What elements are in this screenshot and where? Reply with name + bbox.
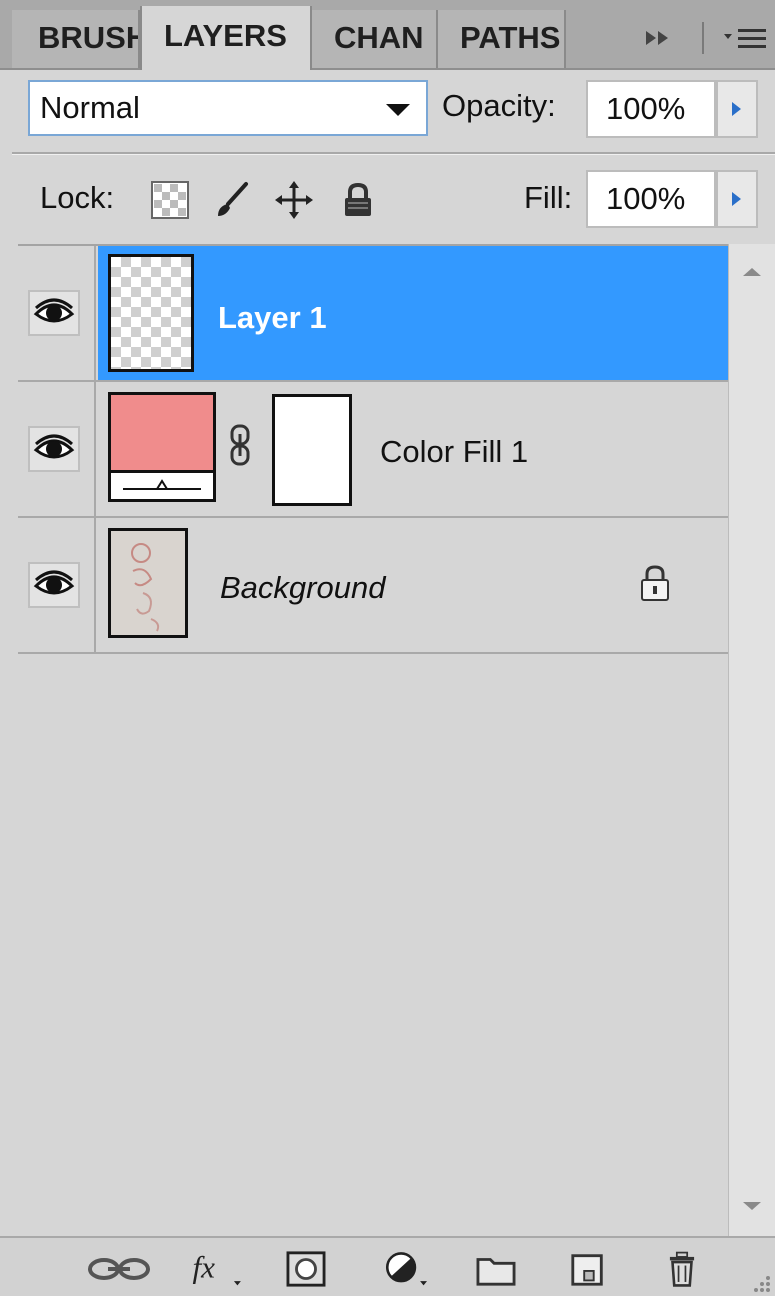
arrow-right-icon bbox=[732, 192, 741, 206]
lock-image-icon[interactable] bbox=[212, 180, 252, 220]
new-group-icon[interactable] bbox=[474, 1250, 518, 1288]
layers-scrollbar[interactable] bbox=[728, 244, 775, 1236]
tab-layers[interactable]: LAYERS bbox=[140, 6, 312, 70]
tab-paths[interactable]: PATHS bbox=[438, 10, 566, 68]
visibility-cell bbox=[18, 518, 96, 652]
lock-position-icon[interactable] bbox=[274, 180, 314, 220]
layer-thumbnail bbox=[108, 254, 194, 372]
opacity-slider-button[interactable] bbox=[716, 80, 758, 138]
link-layers-icon[interactable] bbox=[84, 1250, 154, 1288]
layer-content: Background bbox=[98, 518, 728, 652]
tab-channels[interactable]: CHAN bbox=[312, 10, 438, 68]
arrow-right-icon bbox=[732, 102, 741, 116]
tab-divider bbox=[702, 22, 704, 54]
layer-content: Layer 1 bbox=[98, 246, 728, 380]
visibility-toggle[interactable] bbox=[28, 290, 80, 336]
layer-row-color-fill-1[interactable]: Color Fill 1 bbox=[18, 382, 728, 518]
blend-mode-select[interactable]: Normal bbox=[28, 80, 428, 136]
tab-brushes[interactable]: BRUSH bbox=[12, 10, 140, 68]
tab-bar: BRUSH CHAN PATHS LAYERS bbox=[0, 0, 775, 70]
double-arrow-icon[interactable] bbox=[640, 18, 680, 58]
scroll-down-icon[interactable] bbox=[743, 1202, 761, 1210]
fill-input[interactable]: 100% bbox=[586, 170, 716, 228]
fill-color-thumbnail[interactable] bbox=[108, 392, 216, 502]
panel-menu-icon[interactable] bbox=[718, 18, 772, 58]
layers-list: Layer 1 Color Fill 1 Background bbox=[18, 244, 728, 1234]
blend-mode-value: Normal bbox=[40, 90, 140, 125]
link-icon[interactable] bbox=[228, 424, 252, 468]
layer-content: Color Fill 1 bbox=[98, 382, 728, 516]
fill-indicator bbox=[111, 470, 213, 499]
fill-slider-button[interactable] bbox=[716, 170, 758, 228]
add-mask-icon[interactable] bbox=[284, 1250, 328, 1288]
divider bbox=[12, 152, 775, 155]
layer-mask-thumbnail[interactable] bbox=[272, 394, 352, 506]
layers-panel: BRUSH CHAN PATHS LAYERS Normal Opacity: … bbox=[0, 0, 775, 1296]
eye-icon bbox=[33, 298, 75, 323]
chevron-down-icon bbox=[386, 104, 410, 116]
visibility-toggle[interactable] bbox=[28, 562, 80, 608]
new-layer-icon[interactable] bbox=[568, 1250, 608, 1288]
eye-icon bbox=[33, 570, 75, 595]
trash-icon[interactable] bbox=[662, 1250, 702, 1288]
layer-name[interactable]: Background bbox=[220, 570, 385, 606]
visibility-cell bbox=[18, 246, 96, 380]
svg-text:fx: fx bbox=[193, 1250, 216, 1285]
visibility-cell bbox=[18, 382, 96, 516]
background-thumbnail bbox=[108, 528, 188, 638]
fill-label: Fill: bbox=[524, 180, 573, 215]
layer-name[interactable]: Color Fill 1 bbox=[380, 434, 528, 470]
opacity-input[interactable]: 100% bbox=[586, 80, 716, 138]
eye-icon bbox=[33, 434, 75, 459]
layer-row-background[interactable]: Background bbox=[18, 518, 728, 654]
lock-transparent-icon[interactable] bbox=[150, 180, 190, 220]
lock-icon bbox=[641, 565, 669, 601]
fx-icon[interactable]: fx bbox=[186, 1250, 256, 1288]
opacity-label: Opacity: bbox=[442, 88, 556, 123]
layer-name[interactable]: Layer 1 bbox=[218, 300, 327, 336]
photo-thumbnail-icon bbox=[111, 531, 185, 635]
adjustment-layer-icon[interactable] bbox=[378, 1250, 438, 1288]
lock-label: Lock: bbox=[40, 180, 115, 215]
resize-grip-icon[interactable] bbox=[742, 1264, 772, 1294]
layer-row-layer-1[interactable]: Layer 1 bbox=[18, 246, 728, 382]
slider-icon bbox=[123, 479, 201, 490]
lock-all-icon[interactable] bbox=[338, 180, 378, 220]
layers-footer: fx bbox=[0, 1236, 775, 1296]
scroll-up-icon[interactable] bbox=[743, 268, 761, 276]
visibility-toggle[interactable] bbox=[28, 426, 80, 472]
